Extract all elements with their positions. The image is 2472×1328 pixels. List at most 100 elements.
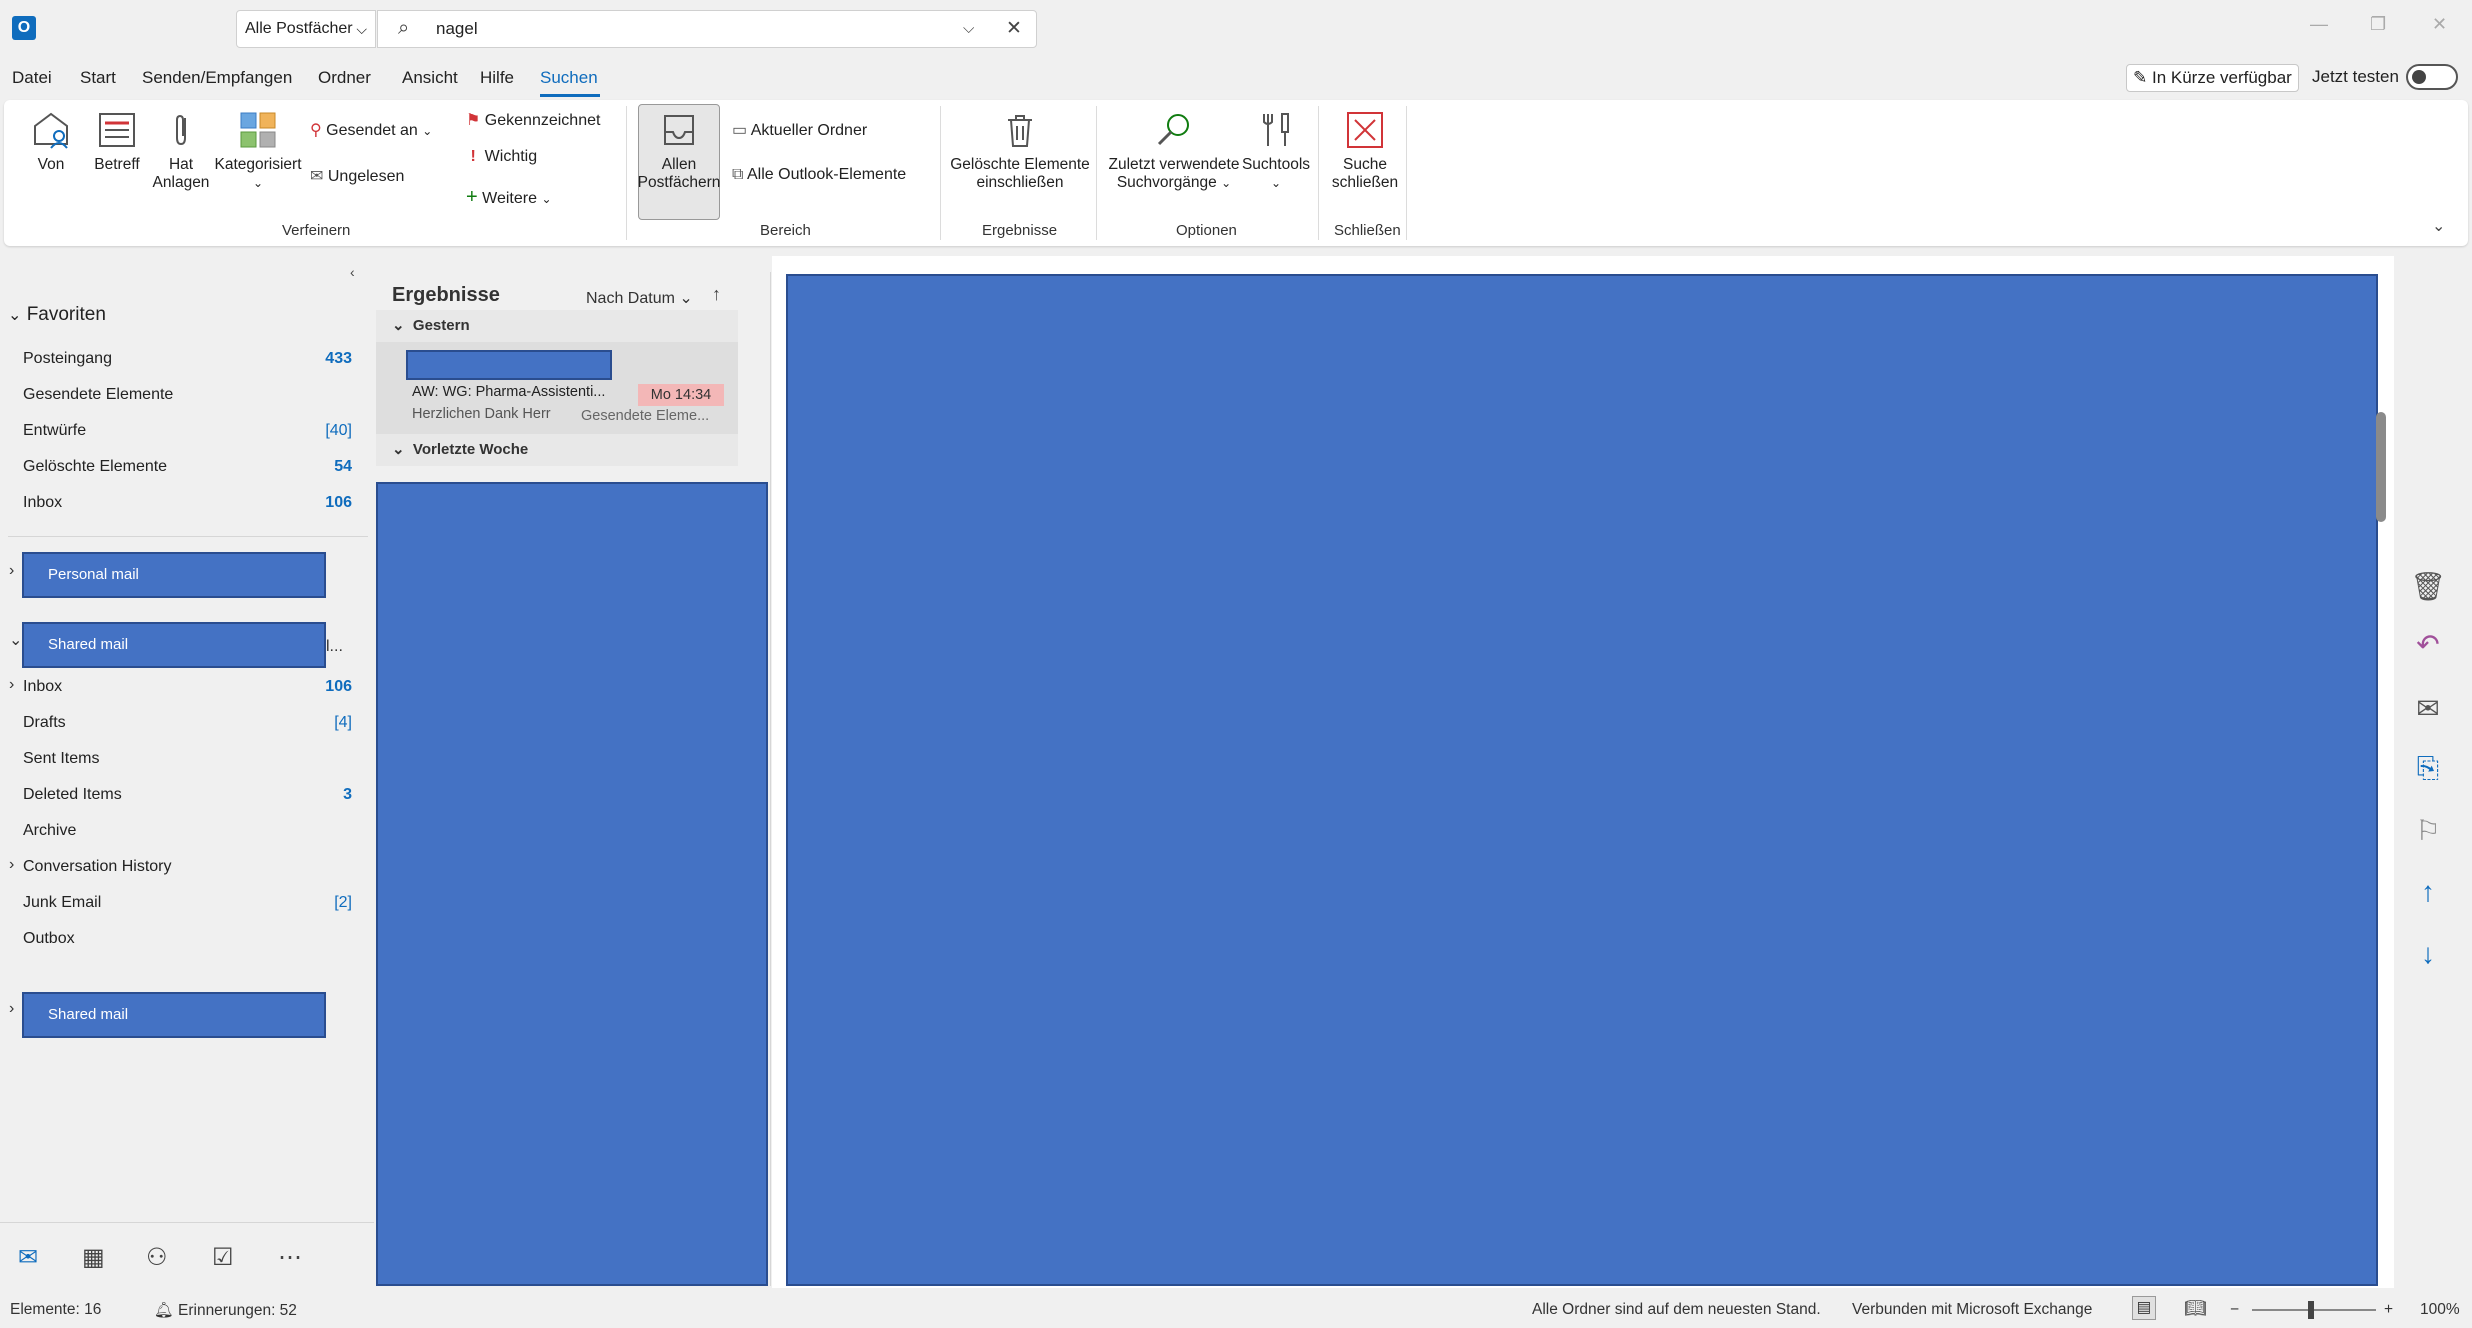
envelope-icon[interactable]: ✉ xyxy=(2408,692,2448,725)
favorite-inbox[interactable]: Inbox xyxy=(23,494,62,512)
folder-archive[interactable]: Archive xyxy=(23,822,76,840)
normal-view-icon[interactable]: ▤ xyxy=(2132,1296,2156,1320)
menu-ansicht[interactable]: Ansicht xyxy=(402,68,458,88)
redacted-list-area xyxy=(376,482,768,1286)
chevron-right-icon[interactable]: › xyxy=(9,1000,14,1018)
reading-scrollbar[interactable] xyxy=(2376,412,2386,522)
chevron-down-icon[interactable]: ⌄ xyxy=(9,630,22,650)
folder-divider xyxy=(8,536,368,537)
favorite-entwuerfe[interactable]: Entwürfe xyxy=(23,422,86,440)
recent-searches-button[interactable]: Zuletzt verwendete Suchvorgänge ⌄ xyxy=(1104,110,1244,192)
previous-item-arrow-up-icon[interactable]: ↑ xyxy=(2408,876,2448,908)
next-item-arrow-down-icon[interactable]: ↓ xyxy=(2408,938,2448,970)
list-item[interactable]: AW: WG: Pharma-Assistenti... Mo 14:34 He… xyxy=(376,342,738,434)
folder-inbox[interactable]: Inbox xyxy=(23,678,62,696)
try-now-toggle[interactable] xyxy=(2406,64,2458,90)
collapse-ribbon-chevron-icon[interactable]: ⌄ xyxy=(2432,216,2445,236)
reminders[interactable]: 🔔︎ Erinnerungen: 52 xyxy=(154,1301,297,1320)
favorite-posteingang[interactable]: Posteingang xyxy=(23,350,112,368)
minimize-icon[interactable]: — xyxy=(2310,14,2328,35)
delete-trash-icon[interactable]: 🗑 xyxy=(2408,570,2448,603)
unread-button[interactable]: ✉ Ungelesen xyxy=(310,166,404,186)
tasks-icon[interactable]: ☑ xyxy=(212,1243,234,1272)
group-header-gestern[interactable]: ⌄ Gestern xyxy=(376,310,738,342)
folder-outbox[interactable]: Outbox xyxy=(23,930,75,948)
folder-sent-items[interactable]: Sent Items xyxy=(23,750,99,768)
subject-button[interactable]: Betreff xyxy=(86,110,148,174)
search-scope-dropdown[interactable]: Alle Postfächer ⌵ xyxy=(236,10,376,48)
search-query[interactable]: nagel xyxy=(436,11,478,47)
ribbon-separator xyxy=(626,106,627,240)
sent-to-button[interactable]: ⚲ Gesendet an ⌄ xyxy=(310,120,432,140)
all-mailboxes-content[interactable]: Allen Postfächern xyxy=(634,110,724,192)
group-label-scope: Bereich xyxy=(760,222,811,239)
sort-by-dropdown[interactable]: Nach Datum ⌄ xyxy=(586,288,693,308)
chevron-right-icon[interactable]: › xyxy=(9,676,14,694)
account-personal-mail[interactable]: Personal mail xyxy=(22,552,326,598)
folder-deleted-items[interactable]: Deleted Items xyxy=(23,786,122,804)
current-folder-button[interactable]: ▭ Aktueller Ordner xyxy=(732,120,867,140)
pane-divider[interactable] xyxy=(770,272,771,1286)
zoom-slider[interactable] xyxy=(2252,1309,2376,1311)
chevron-right-icon[interactable]: › xyxy=(9,856,14,874)
mail-icon[interactable]: ✉ xyxy=(18,1243,38,1272)
search-tools-label: Suchtools xyxy=(1241,156,1311,173)
important-button[interactable]: ! Wichtig xyxy=(466,148,537,166)
clear-search-close-icon[interactable]: ✕ xyxy=(1006,11,1022,47)
favorite-gesendete-elemente[interactable]: Gesendete Elemente xyxy=(23,386,173,404)
all-outlook-items-button[interactable]: ⧉ Alle Outlook-Elemente xyxy=(732,166,906,184)
menu-suchen[interactable]: Suchen xyxy=(540,68,598,88)
module-nav-bar: ✉ ▦ ⚇ ☑ ⋯ xyxy=(0,1222,374,1292)
flag-icon[interactable]: ⚐ xyxy=(2408,814,2448,847)
inbox-tray-icon xyxy=(664,115,694,145)
categorized-button[interactable]: Kategorisiert ⌄ xyxy=(210,110,306,192)
close-search-button[interactable]: Suche schließen xyxy=(1324,110,1406,192)
include-deleted-button[interactable]: Gelöschte Elemente einschließen xyxy=(948,110,1092,192)
more-button[interactable]: + Weitere ⌄ xyxy=(466,186,552,209)
coming-soon-button[interactable]: ✎ In Kürze verfügbar xyxy=(2126,64,2299,92)
reply-icon[interactable]: ↶ xyxy=(2408,628,2448,661)
sync-status: Alle Ordner sind auf dem neuesten Stand. xyxy=(1532,1301,1821,1318)
calendar-icon[interactable]: ▦ xyxy=(82,1243,105,1272)
favorite-geloeschte-elemente[interactable]: Gelöschte Elemente xyxy=(23,458,167,476)
search-options-chevron-icon[interactable]: ⌵ xyxy=(963,11,974,47)
recent-searches-label-2: Suchvorgänge xyxy=(1116,174,1217,191)
chevron-down-icon: ⌄ xyxy=(1270,176,1282,190)
chevron-down-icon: ⌄ xyxy=(679,290,693,307)
group-label: Vorletzte Woche xyxy=(412,441,529,458)
favorites-heading[interactable]: ⌄ Favoriten xyxy=(8,304,106,326)
search-tools-button[interactable]: Suchtools ⌄ xyxy=(1236,110,1316,192)
move-to-folder-icon[interactable]: ⎘ xyxy=(2408,752,2448,785)
search-input[interactable]: ⌕ nagel ⌵ ✕ xyxy=(377,10,1037,48)
menu-hilfe[interactable]: Hilfe xyxy=(480,68,514,88)
more-apps-icon[interactable]: ⋯ xyxy=(278,1243,302,1272)
zoom-out-icon[interactable]: − xyxy=(2230,1301,2239,1319)
reminders-label: Erinnerungen: 52 xyxy=(178,1302,297,1319)
people-icon[interactable]: ⚇ xyxy=(146,1243,168,1272)
group-label-close: Schließen xyxy=(1334,222,1401,239)
folder-conversation-history[interactable]: Conversation History xyxy=(23,858,172,876)
flagged-button[interactable]: ⚑ Gekennzeichnet xyxy=(466,110,600,130)
restore-icon[interactable]: ❐ xyxy=(2370,14,2386,35)
account-shared-mail[interactable]: Shared mail xyxy=(22,622,326,668)
zoom-level[interactable]: 100% xyxy=(2420,1301,2460,1319)
folder-junk-email[interactable]: Junk Email xyxy=(23,894,101,912)
account-shared-mail-2[interactable]: Shared mail xyxy=(22,992,326,1038)
collapse-folder-pane-chevron-icon[interactable]: ‹ xyxy=(350,264,355,280)
sort-direction-arrow-icon[interactable]: ↑ xyxy=(712,284,721,305)
paperclip-icon xyxy=(176,114,186,146)
menu-ordner[interactable]: Ordner xyxy=(318,68,371,88)
from-button[interactable]: Von xyxy=(26,110,76,174)
menu-start[interactable]: Start xyxy=(80,68,116,88)
zoom-slider-thumb[interactable] xyxy=(2308,1301,2314,1319)
menu-senden-empfangen[interactable]: Senden/Empfangen xyxy=(142,68,292,88)
has-attachments-button[interactable]: Hat Anlagen xyxy=(150,110,212,192)
group-header-vorletzte-woche[interactable]: ⌄ Vorletzte Woche xyxy=(376,434,738,466)
folder-drafts[interactable]: Drafts xyxy=(23,714,66,732)
zoom-in-icon[interactable]: + xyxy=(2384,1301,2393,1319)
menu-datei[interactable]: Datei xyxy=(12,68,52,88)
chevron-right-icon[interactable]: › xyxy=(9,562,14,580)
categorized-label: Kategorisiert xyxy=(214,156,302,173)
close-window-icon[interactable]: ✕ xyxy=(2432,14,2447,35)
reading-view-icon[interactable]: 📖︎ xyxy=(2184,1298,2207,1319)
